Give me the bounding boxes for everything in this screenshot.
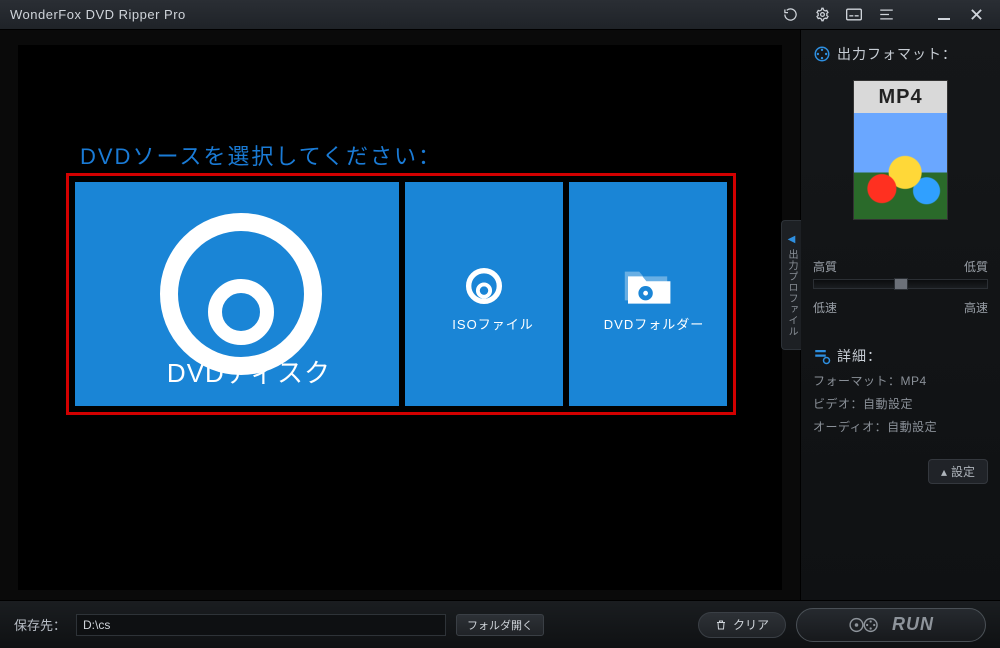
details-heading: 詳細： <box>813 346 988 366</box>
disc-icon: DVDディスク <box>137 194 337 394</box>
format-badge: MP4 <box>854 81 947 113</box>
profile-tab[interactable]: ◀ 出力プロファイル <box>781 220 801 350</box>
main-area: DVDソースを選択してください： DVDディスク <box>0 30 800 600</box>
detail-audio: オーディオ：自動設定 <box>813 418 988 435</box>
iso-file-tile[interactable]: ISOファイル <box>405 182 563 406</box>
gear-icon[interactable] <box>808 4 836 26</box>
source-prompt: DVDソースを選択してください： <box>80 139 442 171</box>
iso-file-label: ISOファイル <box>452 314 533 333</box>
bottom-bar: 保存先： フォルダ開く クリア RUN <box>0 600 1000 648</box>
profile-tab-label: 出力プロファイル <box>784 249 799 337</box>
clear-button-label: クリア <box>733 616 769 633</box>
quality-slider-thumb[interactable] <box>894 278 908 290</box>
right-panel: ◀ 出力プロファイル 出力フォマット： MP4 高質 低質 低速 <box>800 30 1000 600</box>
open-folder-button[interactable]: フォルダ開く <box>456 614 544 636</box>
dvd-folder-label: DVDフォルダー <box>604 314 704 333</box>
run-button-label: RUN <box>892 614 934 635</box>
content: DVDソースを選択してください： DVDディスク <box>0 30 1000 600</box>
detail-format: フォーマット：MP4 <box>813 372 988 389</box>
dvd-disc-label: DVDディスク <box>167 353 331 390</box>
format-thumbnail[interactable]: MP4 <box>853 80 948 220</box>
settings-button-label: 設定 <box>951 463 975 480</box>
minimize-icon[interactable] <box>930 4 958 26</box>
trash-icon <box>715 619 727 631</box>
output-format-heading: 出力フォマット： <box>813 44 988 64</box>
quality-right-label: 低質 <box>964 258 988 275</box>
list-gear-icon <box>813 347 831 365</box>
subtitle-icon[interactable] <box>840 4 868 26</box>
film-reel-icon <box>813 45 831 63</box>
app-title: WonderFox DVD Ripper Pro <box>10 7 772 22</box>
dvd-disc-tile[interactable]: DVDディスク <box>75 182 399 406</box>
titlebar: WonderFox DVD Ripper Pro <box>0 0 1000 30</box>
quality-left-label: 高質 <box>813 258 837 275</box>
detail-video: ビデオ：自動設定 <box>813 395 988 412</box>
details-section: 詳細： フォーマット：MP4 ビデオ：自動設定 オーディオ：自動設定 <box>813 346 988 441</box>
folder-disc-icon <box>608 256 688 316</box>
refresh-icon[interactable] <box>776 4 804 26</box>
speed-left-label: 低速 <box>813 299 837 316</box>
run-button[interactable]: RUN <box>796 608 986 642</box>
source-canvas: DVDソースを選択してください： DVDディスク <box>18 45 782 590</box>
save-path-input[interactable] <box>76 614 446 636</box>
chevron-left-icon: ◀ <box>788 234 796 245</box>
speed-right-label: 高速 <box>964 299 988 316</box>
run-discs-icon <box>848 615 882 635</box>
close-icon[interactable] <box>962 4 990 26</box>
details-label: 詳細： <box>837 346 882 366</box>
dvd-folder-tile[interactable]: DVDフォルダー <box>569 182 727 406</box>
output-format-label: 出力フォマット： <box>837 44 957 64</box>
chevron-up-icon: ▴ <box>941 465 947 479</box>
clear-button[interactable]: クリア <box>698 612 786 638</box>
menu-icon[interactable] <box>872 4 900 26</box>
format-art <box>854 113 947 220</box>
source-tiles: DVDディスク ISOファイル <box>66 173 736 415</box>
settings-button[interactable]: ▴ 設定 <box>928 459 988 484</box>
quality-slider[interactable] <box>813 279 988 289</box>
save-to-label: 保存先： <box>14 615 66 634</box>
sliders-area: 高質 低質 低速 高速 <box>813 258 988 316</box>
iso-disc-icon <box>444 256 524 316</box>
